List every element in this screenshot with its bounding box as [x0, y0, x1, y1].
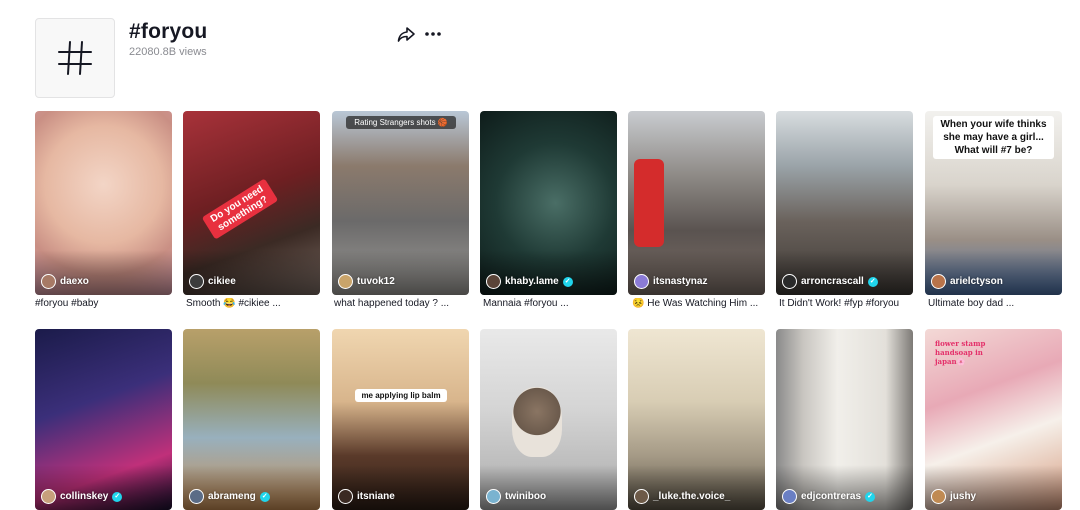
video-author[interactable]: jushy: [931, 489, 976, 504]
video-card-1[interactable]: daexo: [35, 111, 172, 295]
hashtag-icon: [58, 41, 92, 75]
verified-check-icon: ✓: [112, 491, 123, 502]
verified-check-icon: ✓: [562, 276, 573, 287]
username: arielctyson: [950, 276, 1003, 287]
video-author[interactable]: edjcontreras ✓: [782, 489, 876, 504]
verified-check-icon: ✓: [867, 276, 878, 287]
share-arrow-icon[interactable]: [396, 24, 416, 44]
avatar: [189, 274, 204, 289]
video-caption[interactable]: Ultimate boy dad ...: [928, 298, 1065, 309]
username: arroncrascall: [801, 276, 864, 287]
avatar: [486, 489, 501, 504]
avatar: [338, 274, 353, 289]
video-caption[interactable]: what happened today ? ...: [334, 298, 471, 309]
username: twiniboo: [505, 491, 547, 502]
video-author[interactable]: daexo: [41, 274, 89, 289]
video-overlay-text: flower stamp handsoap in japan🌸: [935, 339, 986, 366]
video-overlay-text: Rating Strangers shots 🏀: [346, 116, 456, 129]
username: jushy: [950, 491, 977, 502]
avatar: [782, 489, 797, 504]
username: edjcontreras: [801, 491, 862, 502]
page-title: #foryou: [129, 20, 208, 43]
view-count: 22080.8B views: [129, 46, 207, 58]
video-card-14[interactable]: flower stamp handsoap in japan🌸 jushy: [925, 329, 1062, 510]
video-author[interactable]: tuvok12: [338, 274, 395, 289]
video-caption[interactable]: 😣 He Was Watching Him ...: [632, 298, 769, 309]
video-card-7[interactable]: When your wife thinks she may have a gir…: [925, 111, 1062, 295]
video-caption[interactable]: It Didn't Work! #fyp #foryou: [779, 298, 916, 309]
avatar: [634, 489, 649, 504]
username: itsnastynaz: [653, 276, 708, 287]
username: tuvok12: [357, 276, 395, 287]
video-card-6[interactable]: arroncrascall ✓: [776, 111, 913, 295]
video-caption[interactable]: Mannaia #foryou ...: [483, 298, 620, 309]
avatar: [486, 274, 501, 289]
video-card-11[interactable]: twiniboo: [480, 329, 617, 510]
verified-check-icon: ✓: [259, 491, 270, 502]
avatar: [189, 489, 204, 504]
video-author[interactable]: itsniane: [338, 489, 395, 504]
video-card-8[interactable]: collinskey ✓: [35, 329, 172, 510]
video-card-3[interactable]: Rating Strangers shots 🏀 tuvok12: [332, 111, 469, 295]
video-overlay-text: me applying lip balm: [355, 389, 447, 402]
avatar: [782, 274, 797, 289]
video-overlay-text: When your wife thinks she may have a gir…: [933, 116, 1054, 159]
username: itsniane: [357, 491, 395, 502]
video-author[interactable]: collinskey ✓: [41, 489, 123, 504]
video-card-2[interactable]: Do you need something? cikiee: [183, 111, 320, 295]
video-card-5[interactable]: itsnastynaz: [628, 111, 765, 295]
verified-check-icon: ✓: [865, 491, 876, 502]
cat-figure: [512, 387, 562, 457]
username: _luke.the.voice_: [653, 491, 731, 502]
avatar: [634, 274, 649, 289]
username: collinskey: [60, 491, 109, 502]
video-card-9[interactable]: abrameng ✓: [183, 329, 320, 510]
more-dots-icon[interactable]: [423, 24, 443, 44]
video-card-4[interactable]: khaby.lame ✓: [480, 111, 617, 295]
video-author[interactable]: cikiee: [189, 274, 236, 289]
person-figure: [634, 159, 664, 247]
username: cikiee: [208, 276, 236, 287]
video-author[interactable]: abrameng ✓: [189, 489, 270, 504]
avatar: [41, 489, 56, 504]
avatar: [931, 274, 946, 289]
video-author[interactable]: arielctyson: [931, 274, 1003, 289]
video-author[interactable]: twiniboo: [486, 489, 546, 504]
video-author[interactable]: itsnastynaz: [634, 274, 707, 289]
video-author[interactable]: khaby.lame ✓: [486, 274, 573, 289]
video-caption[interactable]: #foryou #baby: [35, 298, 172, 309]
username: abrameng: [208, 491, 256, 502]
avatar: [338, 489, 353, 504]
avatar: [931, 489, 946, 504]
avatar: [41, 274, 56, 289]
video-card-10[interactable]: me applying lip balm itsniane: [332, 329, 469, 510]
username: khaby.lame: [505, 276, 559, 287]
video-author[interactable]: arroncrascall ✓: [782, 274, 878, 289]
hashtag-avatar: [35, 18, 115, 98]
video-card-13[interactable]: edjcontreras ✓: [776, 329, 913, 510]
video-author[interactable]: _luke.the.voice_: [634, 489, 730, 504]
username: daexo: [60, 276, 89, 287]
video-card-12[interactable]: _luke.the.voice_: [628, 329, 765, 510]
video-caption[interactable]: Smooth 😂 #cikiee ...: [186, 298, 323, 309]
